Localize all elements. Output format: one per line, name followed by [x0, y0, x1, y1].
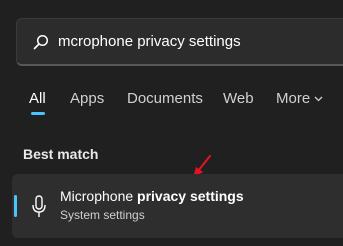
- search-input[interactable]: [58, 30, 338, 52]
- tab-all[interactable]: All: [29, 90, 46, 107]
- best-match-result[interactable]: Microphone privacy settings System setti…: [12, 174, 343, 238]
- search-icon: [33, 34, 49, 50]
- result-subtitle: System settings: [60, 208, 145, 222]
- tab-more-label: More: [276, 90, 311, 107]
- tab-web[interactable]: Web: [223, 90, 254, 107]
- tab-more[interactable]: More: [276, 90, 323, 107]
- tab-documents[interactable]: Documents: [127, 90, 203, 107]
- result-title-plain: Microphone: [60, 188, 138, 204]
- result-title-bold: privacy settings: [137, 188, 244, 204]
- section-title-best-match: Best match: [23, 146, 99, 162]
- active-tab-indicator: [31, 112, 45, 115]
- result-title: Microphone privacy settings: [60, 188, 244, 204]
- microphone-icon: [32, 195, 46, 217]
- selection-accent-bar: [14, 195, 17, 217]
- tab-apps[interactable]: Apps: [70, 90, 104, 107]
- search-box[interactable]: [16, 18, 343, 66]
- chevron-down-icon: [314, 96, 323, 102]
